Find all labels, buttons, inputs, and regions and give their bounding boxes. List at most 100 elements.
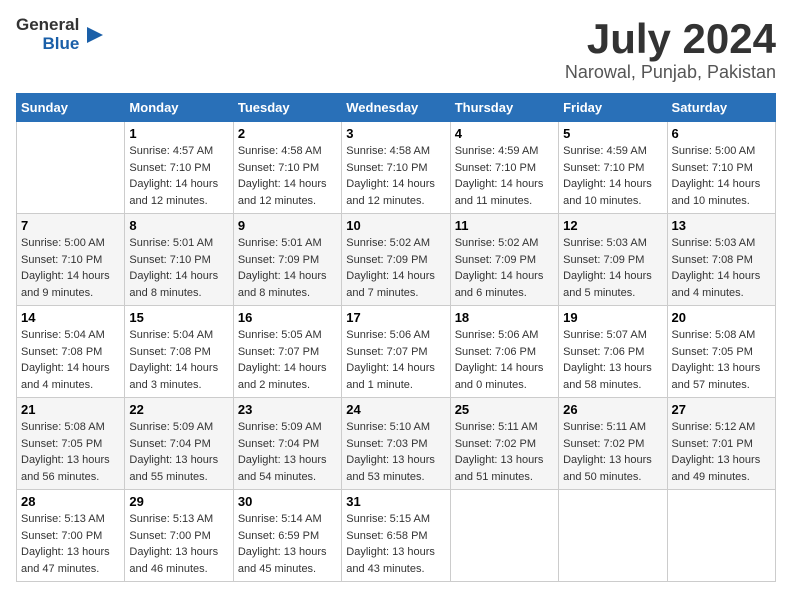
col-sunday: Sunday — [17, 94, 125, 122]
day-number: 6 — [672, 126, 771, 141]
day-info: Sunrise: 5:11 AM Sunset: 7:02 PM Dayligh… — [563, 419, 662, 485]
logo-arrow-icon — [81, 21, 109, 49]
day-info: Sunrise: 4:58 AM Sunset: 7:10 PM Dayligh… — [238, 143, 337, 209]
calendar-body: 1Sunrise: 4:57 AM Sunset: 7:10 PM Daylig… — [17, 122, 776, 582]
col-tuesday: Tuesday — [233, 94, 341, 122]
day-info: Sunrise: 5:08 AM Sunset: 7:05 PM Dayligh… — [21, 419, 120, 485]
calendar-cell: 3Sunrise: 4:58 AM Sunset: 7:10 PM Daylig… — [342, 122, 450, 214]
day-info: Sunrise: 5:13 AM Sunset: 7:00 PM Dayligh… — [21, 511, 120, 577]
calendar-header: Sunday Monday Tuesday Wednesday Thursday… — [17, 94, 776, 122]
day-info: Sunrise: 5:06 AM Sunset: 7:06 PM Dayligh… — [455, 327, 554, 393]
day-number: 12 — [563, 218, 662, 233]
day-number: 8 — [129, 218, 228, 233]
calendar-cell: 22 Sunrise: 5:09 AM Sunset: 7:04 PM Dayli… — [125, 398, 233, 490]
day-info: Sunrise: 5:12 AM Sunset: 7:01 PM Dayligh… — [672, 419, 771, 485]
calendar-cell — [667, 490, 775, 582]
col-friday: Friday — [559, 94, 667, 122]
day-info: Sunrise: 5:03 AM Sunset: 7:09 PM Dayligh… — [563, 235, 662, 301]
calendar-cell: 5 Sunrise: 4:59 AM Sunset: 7:10 PM Daylig… — [559, 122, 667, 214]
day-number: 25 — [455, 402, 554, 417]
day-info: Sunrise: 5:01 AM Sunset: 7:10 PM Dayligh… — [129, 235, 228, 301]
day-info: Sunrise: 5:10 AM Sunset: 7:03 PM Dayligh… — [346, 419, 445, 485]
calendar-cell: 12 Sunrise: 5:03 AM Sunset: 7:09 PM Dayli… — [559, 214, 667, 306]
calendar-cell: 14 Sunrise: 5:04 AM Sunset: 7:08 PM Dayli… — [17, 306, 125, 398]
page-header: General Blue July 2024 Narowal, Punjab, … — [16, 16, 776, 83]
day-number: 22 — [129, 402, 228, 417]
day-info: Sunrise: 5:11 AM Sunset: 7:02 PM Dayligh… — [455, 419, 554, 485]
day-info: Sunrise: 5:00 AM Sunset: 7:10 PM Dayligh… — [21, 235, 120, 301]
day-info: Sunrise: 5:02 AM Sunset: 7:09 PM Dayligh… — [346, 235, 445, 301]
day-info: Sunrise: 5:05 AM Sunset: 7:07 PM Dayligh… — [238, 327, 337, 393]
main-title: July 2024 — [565, 16, 776, 62]
day-info: Sunrise: 5:09 AM Sunset: 7:04 PM Dayligh… — [129, 419, 228, 485]
calendar-cell: 25 Sunrise: 5:11 AM Sunset: 7:02 PM Dayli… — [450, 398, 558, 490]
calendar-cell: 17 Sunrise: 5:06 AM Sunset: 7:07 PM Dayli… — [342, 306, 450, 398]
calendar-cell: 8 Sunrise: 5:01 AM Sunset: 7:10 PM Daylig… — [125, 214, 233, 306]
calendar-week-row: 1Sunrise: 4:57 AM Sunset: 7:10 PM Daylig… — [17, 122, 776, 214]
day-number: 16 — [238, 310, 337, 325]
day-info: Sunrise: 4:57 AM Sunset: 7:10 PM Dayligh… — [129, 143, 228, 209]
day-info: Sunrise: 5:08 AM Sunset: 7:05 PM Dayligh… — [672, 327, 771, 393]
calendar-cell: 30Sunrise: 5:14 AM Sunset: 6:59 PM Dayli… — [233, 490, 341, 582]
calendar-cell: 15Sunrise: 5:04 AM Sunset: 7:08 PM Dayli… — [125, 306, 233, 398]
calendar-cell: 23Sunrise: 5:09 AM Sunset: 7:04 PM Dayli… — [233, 398, 341, 490]
calendar-cell: 16 Sunrise: 5:05 AM Sunset: 7:07 PM Dayli… — [233, 306, 341, 398]
day-number: 15 — [129, 310, 228, 325]
calendar-cell — [559, 490, 667, 582]
day-number: 21 — [21, 402, 120, 417]
calendar-cell — [17, 122, 125, 214]
day-number: 7 — [21, 218, 120, 233]
day-number: 17 — [346, 310, 445, 325]
calendar-cell: 10Sunrise: 5:02 AM Sunset: 7:09 PM Dayli… — [342, 214, 450, 306]
calendar-cell: 2 Sunrise: 4:58 AM Sunset: 7:10 PM Daylig… — [233, 122, 341, 214]
calendar-cell: 7 Sunrise: 5:00 AM Sunset: 7:10 PM Daylig… — [17, 214, 125, 306]
day-info: Sunrise: 4:59 AM Sunset: 7:10 PM Dayligh… — [455, 143, 554, 209]
calendar-cell: 26 Sunrise: 5:11 AM Sunset: 7:02 PM Dayli… — [559, 398, 667, 490]
header-row: Sunday Monday Tuesday Wednesday Thursday… — [17, 94, 776, 122]
calendar-week-row: 21 Sunrise: 5:08 AM Sunset: 7:05 PM Dayli… — [17, 398, 776, 490]
day-number: 31 — [346, 494, 445, 509]
day-info: Sunrise: 5:01 AM Sunset: 7:09 PM Dayligh… — [238, 235, 337, 301]
day-info: Sunrise: 4:59 AM Sunset: 7:10 PM Dayligh… — [563, 143, 662, 209]
logo-general: General — [16, 16, 79, 35]
calendar-cell: 4 Sunrise: 4:59 AM Sunset: 7:10 PM Daylig… — [450, 122, 558, 214]
day-number: 28 — [21, 494, 120, 509]
calendar-cell: 18 Sunrise: 5:06 AM Sunset: 7:06 PM Dayli… — [450, 306, 558, 398]
day-info: Sunrise: 5:00 AM Sunset: 7:10 PM Dayligh… — [672, 143, 771, 209]
calendar-cell: 28 Sunrise: 5:13 AM Sunset: 7:00 PM Dayli… — [17, 490, 125, 582]
day-number: 18 — [455, 310, 554, 325]
calendar-cell: 1Sunrise: 4:57 AM Sunset: 7:10 PM Daylig… — [125, 122, 233, 214]
day-info: Sunrise: 5:03 AM Sunset: 7:08 PM Dayligh… — [672, 235, 771, 301]
day-number: 3 — [346, 126, 445, 141]
day-info: Sunrise: 5:06 AM Sunset: 7:07 PM Dayligh… — [346, 327, 445, 393]
day-info: Sunrise: 5:02 AM Sunset: 7:09 PM Dayligh… — [455, 235, 554, 301]
day-number: 29 — [129, 494, 228, 509]
col-monday: Monday — [125, 94, 233, 122]
calendar-week-row: 7 Sunrise: 5:00 AM Sunset: 7:10 PM Daylig… — [17, 214, 776, 306]
calendar-cell: 19Sunrise: 5:07 AM Sunset: 7:06 PM Dayli… — [559, 306, 667, 398]
logo-blue: Blue — [16, 35, 79, 54]
calendar-cell: 29Sunrise: 5:13 AM Sunset: 7:00 PM Dayli… — [125, 490, 233, 582]
calendar-week-row: 14 Sunrise: 5:04 AM Sunset: 7:08 PM Dayli… — [17, 306, 776, 398]
col-saturday: Saturday — [667, 94, 775, 122]
day-info: Sunrise: 5:14 AM Sunset: 6:59 PM Dayligh… — [238, 511, 337, 577]
day-number: 5 — [563, 126, 662, 141]
day-info: Sunrise: 5:04 AM Sunset: 7:08 PM Dayligh… — [21, 327, 120, 393]
day-info: Sunrise: 5:07 AM Sunset: 7:06 PM Dayligh… — [563, 327, 662, 393]
calendar-cell: 6 Sunrise: 5:00 AM Sunset: 7:10 PM Daylig… — [667, 122, 775, 214]
calendar-cell: 24 Sunrise: 5:10 AM Sunset: 7:03 PM Dayli… — [342, 398, 450, 490]
calendar-cell: 9Sunrise: 5:01 AM Sunset: 7:09 PM Daylig… — [233, 214, 341, 306]
calendar-cell: 13Sunrise: 5:03 AM Sunset: 7:08 PM Dayli… — [667, 214, 775, 306]
day-number: 24 — [346, 402, 445, 417]
calendar-cell: 11 Sunrise: 5:02 AM Sunset: 7:09 PM Dayli… — [450, 214, 558, 306]
col-thursday: Thursday — [450, 94, 558, 122]
day-number: 26 — [563, 402, 662, 417]
day-number: 11 — [455, 218, 554, 233]
day-number: 4 — [455, 126, 554, 141]
title-block: July 2024 Narowal, Punjab, Pakistan — [565, 16, 776, 83]
day-number: 14 — [21, 310, 120, 325]
day-number: 2 — [238, 126, 337, 141]
sub-title: Narowal, Punjab, Pakistan — [565, 62, 776, 83]
calendar-cell — [450, 490, 558, 582]
calendar-table: Sunday Monday Tuesday Wednesday Thursday… — [16, 93, 776, 582]
